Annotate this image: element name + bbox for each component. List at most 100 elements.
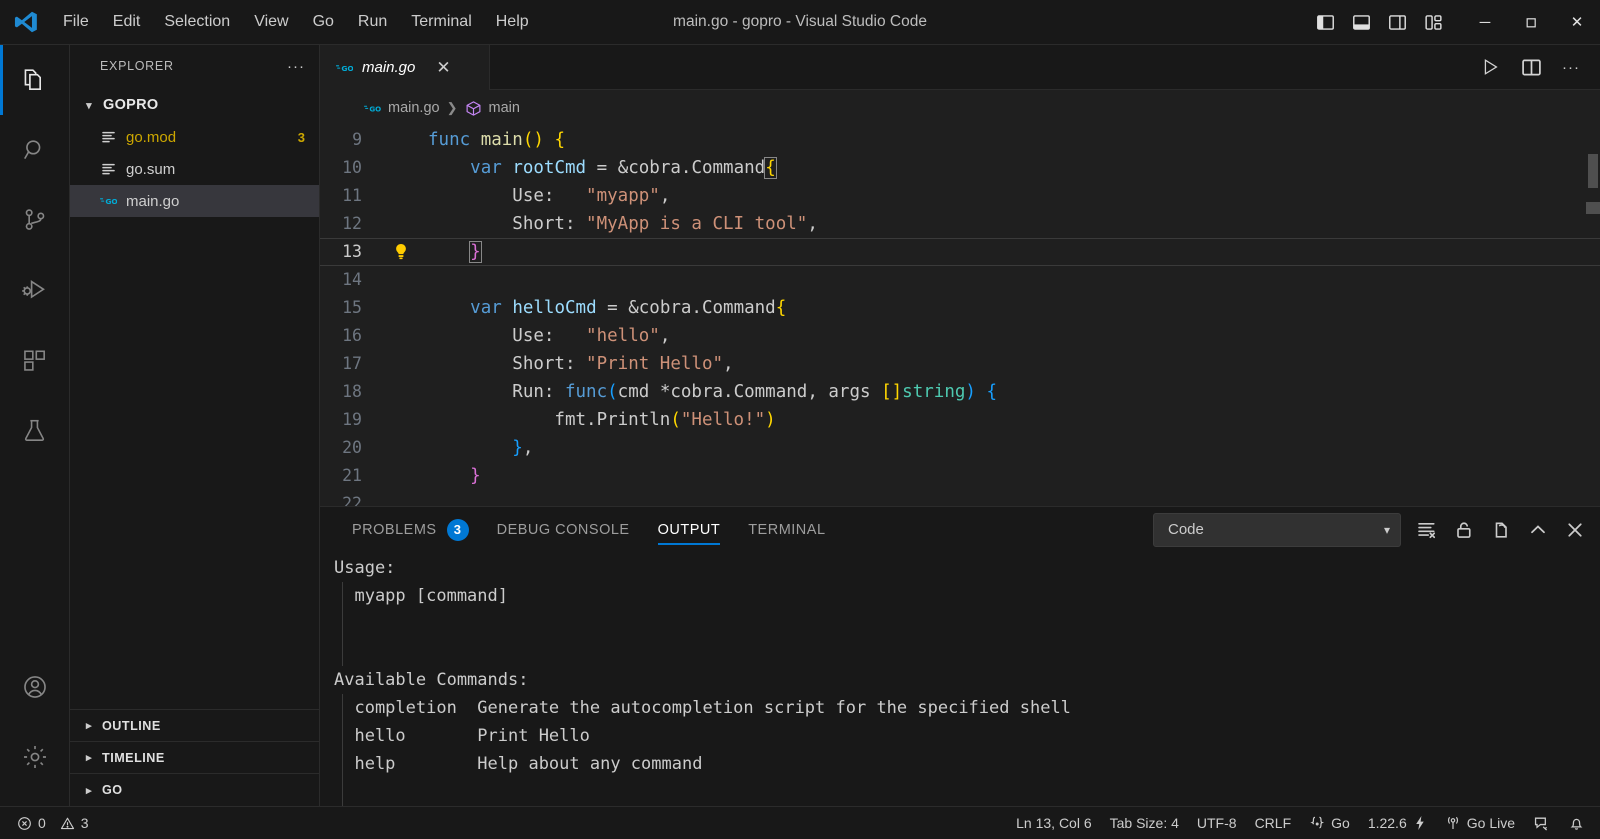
close-panel-icon[interactable] (1564, 519, 1586, 541)
open-in-editor-icon[interactable] (1490, 519, 1512, 541)
menu-help[interactable]: Help (485, 9, 540, 35)
code-token: var (470, 158, 513, 178)
line-number: 22 (342, 494, 362, 506)
activitybar-item-extensions[interactable] (0, 325, 70, 395)
chevron-down-icon: ▾ (86, 99, 92, 112)
panel-tab-output[interactable]: OUTPUT (644, 507, 735, 552)
code-token: Short: (428, 214, 587, 234)
sidebar-more-actions-icon[interactable]: ··· (287, 58, 305, 75)
editor-vertical-scrollbar[interactable] (1586, 126, 1600, 506)
maximize-button[interactable] (1508, 0, 1554, 44)
breadcrumb-symbol[interactable]: main (489, 100, 520, 116)
status-eol[interactable]: CRLF (1246, 815, 1301, 831)
status-cursor-position[interactable]: Ln 13, Col 6 (1007, 815, 1101, 831)
status-language-mode[interactable]: Go (1300, 815, 1359, 831)
tree-file-go-mod[interactable]: go.mod 3 (70, 121, 319, 153)
output-line: hello Print Hello (330, 722, 1600, 750)
code-line[interactable]: 9 func main() { (320, 126, 1600, 154)
maximize-panel-icon[interactable] (1527, 519, 1549, 541)
panel-tab-problems[interactable]: PROBLEMS 3 (338, 507, 483, 552)
status-go-live[interactable]: Go Live (1436, 815, 1524, 831)
minimize-button[interactable]: ─ (1462, 0, 1508, 44)
code-line[interactable]: 21 } (320, 462, 1600, 490)
editor-more-actions-icon[interactable]: ··· (1562, 59, 1580, 76)
menu-edit[interactable]: Edit (102, 9, 152, 35)
sidebar-section-go[interactable]: ▸ GO (70, 774, 319, 806)
code-line[interactable]: 16 Use: "hello", (320, 322, 1600, 350)
close-button[interactable]: ✕ (1554, 0, 1600, 44)
sidebar-explorer: EXPLORER ··· ▾ GOPRO go.mod 3 go.sum GO … (70, 45, 320, 806)
scrollbar-slider-secondary[interactable] (1586, 202, 1600, 214)
activitybar-item-accounts[interactable] (0, 652, 70, 722)
code-line[interactable]: 11 Use: "myapp", (320, 182, 1600, 210)
warning-count: 3 (80, 815, 89, 831)
code-line[interactable]: 19 fmt.Println("Hello!") (320, 406, 1600, 434)
code-editor[interactable]: 9 func main() {10 var rootCmd = &cobra.Co… (320, 126, 1600, 506)
menu-go[interactable]: Go (302, 9, 345, 35)
activitybar-item-testing[interactable] (0, 395, 70, 465)
menu-file[interactable]: File (52, 9, 100, 35)
toggle-primary-sidebar-icon[interactable] (1314, 11, 1336, 33)
code-line[interactable]: 14 (320, 266, 1600, 294)
code-line[interactable]: 20 }, (320, 434, 1600, 462)
tabs-empty-space (490, 45, 1459, 90)
menu-selection[interactable]: Selection (153, 9, 241, 35)
activitybar-item-run-and-debug[interactable] (0, 255, 70, 325)
cursor-position-label: Ln 13, Col 6 (1016, 815, 1092, 831)
panel-tab-debug-console[interactable]: DEBUG CONSOLE (483, 507, 644, 552)
error-count: 0 (38, 815, 46, 831)
breadcrumb-file[interactable]: main.go (388, 100, 440, 116)
code-token: { (775, 298, 787, 318)
go-file-icon: GO (336, 59, 353, 76)
lightbulb-icon[interactable] (388, 242, 414, 262)
status-encoding[interactable]: UTF-8 (1188, 815, 1246, 831)
status-bar-right: Ln 13, Col 6 Tab Size: 4 UTF-8 CRLF Go 1… (1007, 815, 1600, 832)
status-go-version[interactable]: 1.22.6 (1359, 815, 1436, 831)
output-view[interactable]: Usage: myapp [command] Available Commands… (320, 552, 1600, 806)
clear-output-icon[interactable] (1416, 519, 1438, 541)
line-content: Use: "myapp", (414, 182, 1600, 210)
status-notifications[interactable] (1559, 815, 1594, 832)
tab-close-icon[interactable]: ✕ (436, 59, 450, 76)
code-line[interactable]: 15 var helloCmd = &cobra.Command{ (320, 294, 1600, 322)
code-line[interactable]: 22 (320, 490, 1600, 506)
tree-file-main-go[interactable]: GO main.go (70, 185, 319, 217)
status-feedback[interactable] (1524, 815, 1559, 832)
menu-terminal[interactable]: Terminal (400, 9, 482, 35)
run-code-icon[interactable] (1479, 56, 1501, 78)
activitybar-item-manage[interactable] (0, 722, 70, 792)
customize-layout-icon[interactable] (1422, 11, 1444, 33)
lock-icon[interactable] (1453, 519, 1475, 541)
status-problems[interactable]: 0 3 (8, 815, 98, 831)
editor-tab-main-go[interactable]: GO main.go ✕ (320, 45, 490, 90)
code-line[interactable]: 18 Run: func(cmd *cobra.Command, args []… (320, 378, 1600, 406)
sidebar-section-outline[interactable]: ▸ OUTLINE (70, 710, 319, 742)
code-token: } (512, 438, 523, 458)
panel-tab-terminal[interactable]: TERMINAL (734, 507, 839, 552)
tree-file-go-sum[interactable]: go.sum (70, 153, 319, 185)
code-line[interactable]: 12 Short: "MyApp is a CLI tool", (320, 210, 1600, 238)
split-editor-icon[interactable] (1521, 57, 1542, 78)
activitybar-item-explorer[interactable] (0, 45, 70, 115)
line-number: 16 (342, 326, 362, 345)
code-token: var (470, 298, 513, 318)
line-number: 10 (342, 158, 362, 177)
menu-run[interactable]: Run (347, 9, 398, 35)
scrollbar-slider[interactable] (1588, 154, 1598, 188)
code-line[interactable]: 17 Short: "Print Hello", (320, 350, 1600, 378)
code-line[interactable]: 10 var rootCmd = &cobra.Command{ (320, 154, 1600, 182)
output-line (330, 610, 1600, 638)
menu-view[interactable]: View (243, 9, 299, 35)
activitybar-item-source-control[interactable] (0, 185, 70, 255)
file-label: main.go (126, 192, 180, 210)
output-channel-select[interactable]: Code ▾ (1153, 512, 1401, 547)
toggle-secondary-sidebar-icon[interactable] (1386, 11, 1408, 33)
code-line[interactable]: 13 } (320, 238, 1600, 266)
activitybar-item-search[interactable] (0, 115, 70, 185)
vscode-window: File Edit Selection View Go Run Terminal… (0, 0, 1600, 839)
status-tab-size[interactable]: Tab Size: 4 (1101, 815, 1188, 831)
toggle-panel-icon[interactable] (1350, 11, 1372, 33)
tree-folder-gopro[interactable]: ▾ GOPRO (70, 89, 319, 121)
sidebar-section-timeline[interactable]: ▸ TIMELINE (70, 742, 319, 774)
title-bar: File Edit Selection View Go Run Terminal… (0, 0, 1600, 45)
